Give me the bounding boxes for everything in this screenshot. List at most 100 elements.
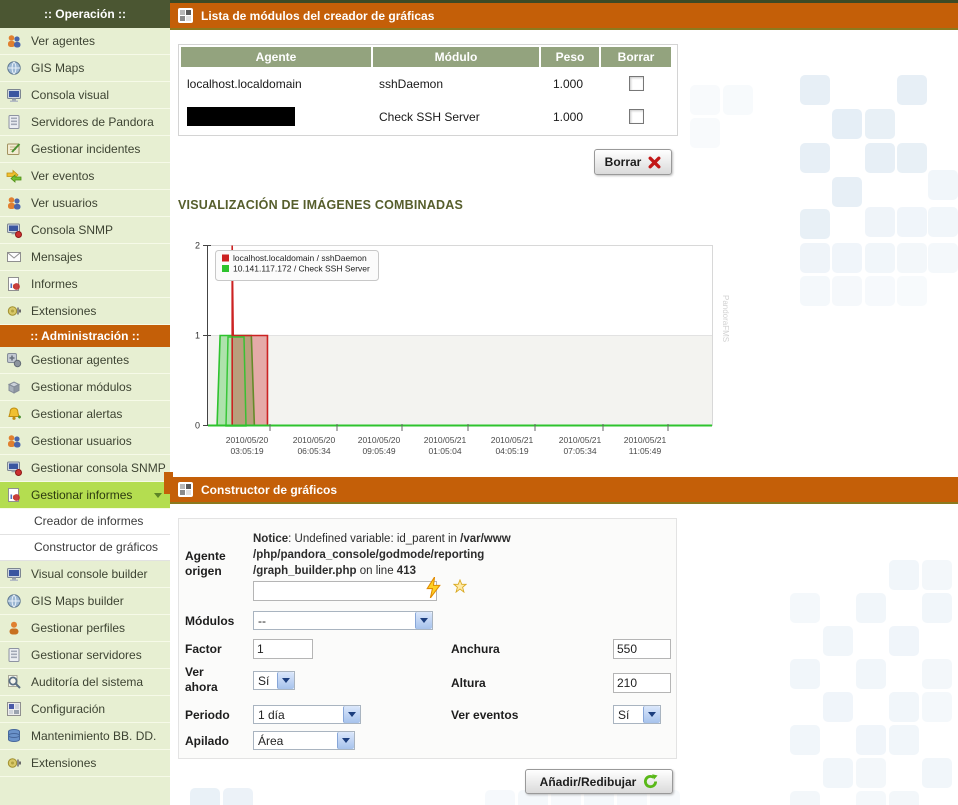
module-table: AgenteMóduloPesoBorrar localhost.localdo…	[178, 44, 678, 136]
notice-path: /graph_builder.php	[253, 565, 357, 577]
x-axis-tick-label: 2010/05/21	[559, 435, 602, 445]
graph-builder-form: Agente origen Notice: Undefined variable…	[178, 518, 677, 759]
add-redraw-button[interactable]: Añadir/Redibujar	[525, 769, 673, 794]
administration-section-header: :: Administración ::	[0, 325, 170, 347]
periodo-selected-value: 1 día	[254, 706, 343, 723]
x-axis-tick-label: 2010/05/21	[491, 435, 534, 445]
chart-watermark: PandoraFMS	[721, 295, 730, 342]
sidebar-item-gis-maps-builder[interactable]: GIS Maps builder	[0, 588, 170, 615]
person-icon	[6, 620, 22, 636]
legend-swatch	[222, 255, 229, 262]
sidebar-subitem-creador-de-informes[interactable]: Creador de informes	[0, 509, 170, 535]
ver-eventos-select[interactable]: Sí	[613, 705, 661, 724]
sidebar: :: Operación :: Ver agentesGIS MapsConso…	[0, 0, 170, 805]
sidebar-item-label: Visual console builder	[31, 567, 168, 582]
sidebar-item-gestionar-servidores[interactable]: Gestionar servidores	[0, 642, 170, 669]
legend-entry: localhost.localdomain / sshDaemon	[233, 253, 367, 263]
sidebar-item-configuracion[interactable]: Configuración	[0, 696, 170, 723]
pandora-console-screen: :: Operación :: Ver agentesGIS MapsConso…	[0, 0, 958, 805]
add-redraw-button-label: Añadir/Redibujar	[540, 775, 637, 789]
notice-path: /var/www	[460, 533, 511, 545]
ver-ahora-selected-value: Sí	[254, 672, 277, 689]
column-header-borrar: Borrar	[601, 47, 671, 67]
x-axis-tick-label: 04:05:19	[495, 446, 528, 456]
sidebar-item-mensajes[interactable]: Mensajes	[0, 244, 170, 271]
sidebar-item-gestionar-agentes[interactable]: Gestionar agentes	[0, 347, 170, 374]
sidebar-item-ver-usuarios[interactable]: Ver usuarios	[0, 190, 170, 217]
bell-icon	[6, 406, 22, 422]
sidebar-item-gestionar-informes[interactable]: Gestionar informes	[0, 482, 170, 509]
module-cell: Check SSH Server	[373, 98, 539, 133]
column-header-modulo: Módulo	[373, 47, 539, 67]
sidebar-item-gestionar-incidentes[interactable]: Gestionar incidentes	[0, 136, 170, 163]
sidebar-item-mantenimiento-bb-dd[interactable]: Mantenimiento BB. DD.	[0, 723, 170, 750]
x-axis-tick-label: 11:05:49	[629, 446, 662, 456]
sidebar-item-label: Informes	[31, 277, 168, 292]
legend-entry: 10.141.117.172 / Check SSH Server	[233, 264, 370, 274]
flash-icon[interactable]	[425, 577, 442, 598]
agente-origen-label: Agente origen	[185, 549, 247, 579]
sidebar-item-label: Consola SNMP	[31, 223, 168, 238]
sidebar-item-extensiones[interactable]: Extensiones	[0, 298, 170, 325]
sidebar-item-gestionar-alertas[interactable]: Gestionar alertas	[0, 401, 170, 428]
sidebar-item-extensiones[interactable]: Extensiones	[0, 750, 170, 777]
y-axis-tick-label: 0	[195, 421, 200, 431]
apilado-select[interactable]: Área	[253, 731, 355, 750]
sidebar-item-ver-eventos[interactable]: Ver eventos	[0, 163, 170, 190]
sidebar-item-gestionar-perfiles[interactable]: Gestionar perfiles	[0, 615, 170, 642]
sidebar-item-gestionar-usuarios[interactable]: Gestionar usuarios	[0, 428, 170, 455]
sidebar-item-auditoria-del-sistema[interactable]: Auditoría del sistema	[0, 669, 170, 696]
visualization-heading: VISUALIZACIÓN DE IMÁGENES COMBINADAS	[178, 198, 463, 212]
database-icon	[6, 728, 22, 744]
notice-text: : Undefined variable: id_parent in	[288, 533, 460, 545]
delete-button[interactable]: Borrar	[594, 149, 672, 175]
sidebar-item-label: Extensiones	[31, 304, 168, 319]
active-section-marker	[164, 472, 173, 494]
sidebar-item-visual-console-builder[interactable]: Visual console builder	[0, 561, 170, 588]
periodo-select[interactable]: 1 día	[253, 705, 361, 724]
sidebar-item-ver-agentes[interactable]: Ver agentes	[0, 28, 170, 55]
star-icon[interactable]	[453, 579, 467, 593]
apilado-selected-value: Área	[254, 732, 337, 749]
sidebar-subitem-constructor-de-graficos[interactable]: Constructor de gráficos	[0, 535, 170, 561]
delete-checkbox[interactable]	[629, 76, 644, 91]
x-axis-tick-label: 07:05:34	[563, 446, 596, 456]
sidebar-item-gestionar-modulos[interactable]: Gestionar módulos	[0, 374, 170, 401]
sidebar-item-label: Gestionar perfiles	[31, 621, 168, 636]
sidebar-item-consola-visual[interactable]: Consola visual	[0, 82, 170, 109]
factor-label: Factor	[185, 642, 222, 657]
altura-input[interactable]	[613, 673, 671, 693]
server-icon	[6, 114, 22, 130]
sidebar-item-label: GIS Maps	[31, 61, 168, 76]
refresh-icon	[643, 774, 658, 789]
agente-origen-input[interactable]	[253, 581, 437, 601]
sidebar-item-gis-maps[interactable]: GIS Maps	[0, 55, 170, 82]
module-list-title: Lista de módulos del creador de gráficas	[201, 9, 434, 23]
operation-section-header: :: Operación ::	[0, 0, 170, 28]
sidebar-item-label: Servidores de Pandora	[31, 115, 168, 130]
agent-cell: localhost.localdomain	[181, 67, 371, 98]
sidebar-item-servidores-de-pandora[interactable]: Servidores de Pandora	[0, 109, 170, 136]
ver-ahora-select[interactable]: Sí	[253, 671, 295, 690]
table-row: localhost.localdomainsshDaemon1.000	[181, 67, 675, 98]
sidebar-item-label: Gestionar agentes	[31, 353, 168, 368]
snmp-icon	[6, 460, 22, 476]
modulos-select[interactable]: --	[253, 611, 433, 630]
sidebar-item-label: Mensajes	[31, 250, 168, 265]
anchura-input[interactable]	[613, 639, 671, 659]
x-axis-tick-label: 09:05:49	[362, 446, 395, 456]
globe-icon	[6, 593, 22, 609]
sidebar-item-label: Gestionar alertas	[31, 407, 168, 422]
redacted-agent-name	[187, 107, 295, 126]
sidebar-item-informes[interactable]: Informes	[0, 271, 170, 298]
delete-checkbox[interactable]	[629, 109, 644, 124]
sidebar-item-gestionar-consola-snmp[interactable]: Gestionar consola SNMP	[0, 455, 170, 482]
graph-report-icon	[178, 482, 193, 497]
altura-label: Altura	[451, 676, 486, 691]
book-icon	[6, 141, 22, 157]
factor-input[interactable]	[253, 639, 313, 659]
server-icon	[6, 647, 22, 663]
sidebar-item-consola-snmp[interactable]: Consola SNMP	[0, 217, 170, 244]
users-icon	[6, 433, 22, 449]
combined-graph: 012 2010/05/2003:05:192010/05/2006:05:34…	[178, 238, 734, 460]
